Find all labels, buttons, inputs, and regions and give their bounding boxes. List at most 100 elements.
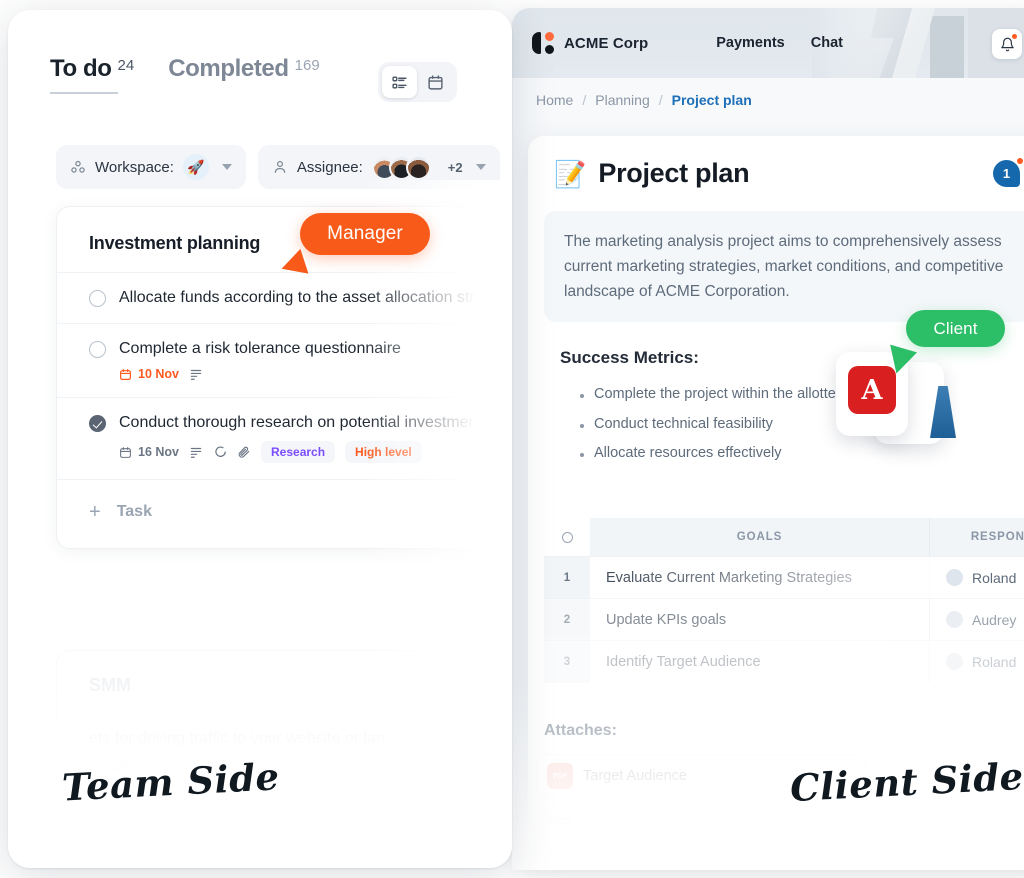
add-task-button[interactable]: + Task: [57, 479, 512, 548]
table-select-all[interactable]: [544, 531, 590, 543]
nav-item-payments[interactable]: Payments: [716, 35, 785, 51]
avatar: [946, 569, 963, 586]
task-checkbox[interactable]: [89, 414, 106, 432]
tag-high-level[interactable]: High level: [345, 441, 422, 463]
screenshot-canvas: ACME Corp Payments Chat Home / Planning …: [0, 0, 1024, 878]
list-item: Conduct technical feasibility: [580, 410, 1024, 440]
circle-icon: [561, 531, 573, 543]
list-item: Complete the project within the allotted…: [580, 380, 1024, 410]
table-row[interactable]: 3 Identify Target Audience Roland: [544, 640, 1024, 683]
notification-dot: [1012, 34, 1017, 39]
task-meta: 10 Nov: [119, 367, 512, 381]
notifications-button[interactable]: [992, 29, 1022, 59]
task-main: Allocate funds according to the asset al…: [89, 289, 512, 307]
acme-logo-icon: [532, 32, 554, 54]
row-index: 1: [544, 556, 590, 599]
memo-icon: 📝: [554, 158, 587, 189]
add-task-label: Task: [116, 503, 152, 520]
task-title: Complete a risk tolerance questionnaire: [119, 340, 401, 357]
task-main: Conduct thorough research on potential i…: [89, 414, 512, 432]
background-task-text: ets for driving traffic to your website …: [89, 730, 385, 747]
list-item: Allocate resources effectively: [580, 439, 1024, 469]
document-title-row: 📝 Project plan: [528, 158, 1024, 189]
row-responsible: Roland: [930, 569, 1024, 586]
calendar-view-button[interactable]: [419, 66, 454, 98]
task-main: Complete a risk tolerance questionnaire: [89, 340, 512, 358]
row-goal: Update KPIs goals: [590, 598, 930, 641]
row-goal: Identify Target Audience: [590, 640, 930, 683]
task-row[interactable]: Conduct thorough research on potential i…: [57, 397, 512, 479]
breadcrumb-separator: /: [658, 92, 663, 108]
comment-count-badge[interactable]: 1: [993, 158, 1023, 189]
tab-todo-count: 24: [117, 57, 135, 74]
due-date-text: 10 Nov: [138, 367, 179, 381]
success-metrics-heading: Success Metrics:: [560, 348, 699, 368]
assignee-filter-label: Assignee:: [296, 158, 363, 176]
manager-badge: Manager: [300, 213, 430, 255]
chevron-down-icon: [475, 164, 486, 170]
list-view-button[interactable]: [382, 66, 417, 98]
nav-item-chat[interactable]: Chat: [811, 35, 843, 51]
task-due-date[interactable]: 16 Nov: [119, 445, 179, 459]
calendar-view-icon: [428, 74, 443, 90]
person-icon: [274, 161, 286, 173]
column-header-goals: GOALS: [590, 518, 930, 556]
chevron-down-icon: [221, 164, 232, 170]
task-checkbox[interactable]: [89, 340, 106, 358]
pdf-file-icon: PDF: [547, 763, 573, 789]
row-responsible: Audrey: [930, 611, 1024, 628]
assignee-filter[interactable]: Assignee: +2: [257, 145, 500, 189]
tab-completed-count: 169: [294, 57, 320, 74]
breadcrumb-item-project-plan[interactable]: Project plan: [672, 92, 752, 108]
pdf-acrobat-icon: A: [848, 366, 896, 414]
assignee-overflow-count: +2: [447, 159, 463, 175]
task-row[interactable]: Complete a risk tolerance questionnaire …: [57, 323, 512, 397]
brand-logo[interactable]: ACME Corp: [532, 32, 648, 54]
responsible-name: Roland: [972, 653, 1017, 670]
breadcrumb-item-planning[interactable]: Planning: [595, 92, 650, 108]
description-icon[interactable]: [189, 367, 203, 381]
tag-research[interactable]: Research: [261, 441, 336, 463]
row-responsible: Roland: [930, 653, 1024, 670]
avatar: [405, 154, 431, 180]
responsible-name: Audrey: [972, 611, 1017, 628]
column-header-responsible: RESPONSIBLE: [930, 518, 1024, 556]
task-meta: 16 Nov Research High level: [119, 441, 512, 463]
plus-icon: +: [89, 501, 101, 523]
workspace-filter[interactable]: Workspace: 🚀: [56, 145, 246, 189]
row-index: 3: [544, 640, 590, 683]
comment-unread-dot: [1017, 158, 1023, 164]
task-title: Allocate funds according to the asset al…: [119, 289, 512, 306]
tab-todo[interactable]: To do 24: [50, 55, 135, 94]
task-due-date[interactable]: 10 Nov: [119, 367, 179, 381]
description-text: The marketing analysis project aims to c…: [564, 233, 1004, 301]
tab-completed[interactable]: Completed 169: [168, 55, 319, 83]
attachment-icon[interactable]: [237, 445, 251, 459]
description-icon[interactable]: [189, 445, 203, 459]
team-panel: To do 24 Completed 169 Workspace: 🚀 Assi…: [8, 10, 512, 868]
breadcrumb-item-home[interactable]: Home: [536, 92, 573, 108]
workspace-filter-label: Workspace:: [95, 158, 174, 176]
attachment-item[interactable]: EXCEL Key indicators: [536, 808, 866, 852]
row-goal: Evaluate Current Marketing Strategies: [590, 556, 930, 599]
responsible-name: Roland: [972, 569, 1017, 586]
rocket-icon: 🚀: [182, 154, 209, 180]
breadcrumb: Home / Planning / Project plan: [536, 92, 752, 108]
filters-row: Workspace: 🚀 Assignee: +2: [56, 145, 500, 189]
breadcrumb-separator: /: [582, 92, 587, 108]
background-task-group: SMM ets for driving traffic to your webs…: [56, 650, 512, 866]
task-title: Conduct thorough research on potential i…: [119, 414, 490, 431]
client-badge: Client: [906, 310, 1005, 347]
list-view-icon: [392, 75, 407, 89]
comment-icon[interactable]: [213, 445, 227, 459]
tab-todo-label: To do: [50, 55, 112, 82]
table-row[interactable]: 2 Update KPIs goals Audrey: [544, 598, 1024, 641]
task-tabs: To do 24 Completed 169: [50, 55, 320, 94]
bell-icon: [1000, 37, 1014, 51]
client-topbar: ACME Corp Payments Chat: [512, 8, 1024, 78]
view-toggle: [378, 62, 457, 102]
task-checkbox[interactable]: [89, 289, 106, 307]
table-row[interactable]: 1 Evaluate Current Marketing Strategies …: [544, 556, 1024, 599]
workspace-icon: [71, 160, 85, 173]
background-task-text: opriate social media platforms: [89, 818, 512, 865]
